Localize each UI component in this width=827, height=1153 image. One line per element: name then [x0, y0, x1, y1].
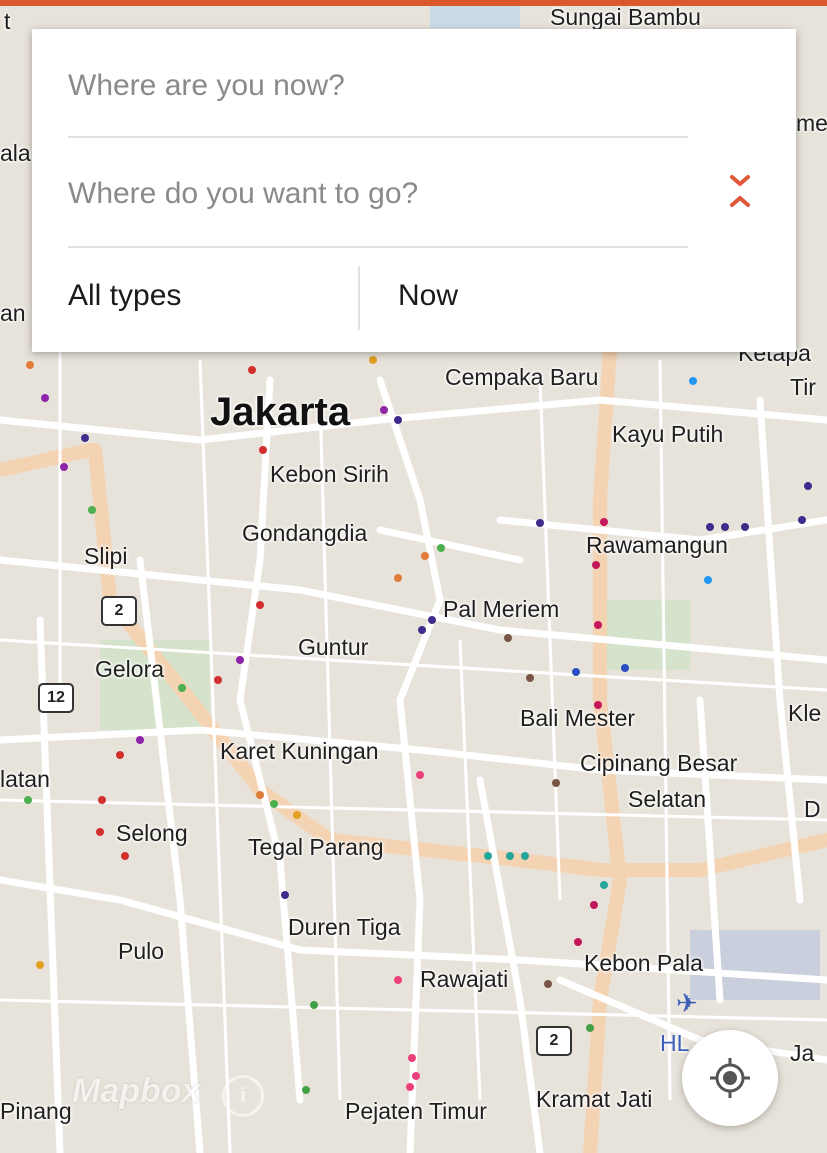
map-label: Duren Tiga	[288, 914, 401, 940]
route-search-card: Where are you now? Where do you want to …	[32, 29, 796, 352]
map-label: D	[804, 796, 821, 822]
swap-vertical-icon	[730, 175, 750, 207]
map-label: Pejaten Timur	[345, 1098, 487, 1124]
road-shield: 2	[101, 596, 137, 626]
destination-input[interactable]: Where do you want to go?	[68, 177, 688, 211]
map-label: Kle	[788, 700, 822, 726]
map-label: Bali Mester	[520, 705, 636, 731]
map-label: Gelora	[95, 656, 165, 682]
map-label: latan	[0, 766, 50, 792]
map-label: Pal Meriem	[443, 596, 560, 622]
map-label: Selatan	[628, 786, 707, 812]
map-label: Rawamangun	[586, 532, 728, 558]
road-shield: 2	[536, 1026, 572, 1056]
mapbox-logo[interactable]: Mapbox	[72, 1072, 200, 1111]
map-label: Karet Kuningan	[220, 738, 379, 764]
map-label: Kebon Pala	[584, 950, 703, 976]
divider	[68, 136, 688, 138]
map-label: Guntur	[298, 634, 369, 660]
map-label: ala	[0, 140, 31, 166]
my-location-icon	[710, 1058, 750, 1098]
map-label: Selong	[116, 820, 188, 846]
divider	[358, 266, 360, 330]
status-accent-bar	[0, 0, 827, 6]
origin-input[interactable]: Where are you now?	[68, 69, 688, 103]
map-label: Pinang	[0, 1098, 72, 1124]
map-label: Ja	[790, 1040, 815, 1066]
map-label: an	[0, 300, 26, 326]
transport-type-selector[interactable]: All types	[68, 279, 181, 313]
map-label: Gondangdia	[242, 520, 368, 546]
departure-time-selector[interactable]: Now	[398, 279, 458, 313]
swap-route-button[interactable]	[722, 171, 758, 215]
map-label: Tegal Parang	[248, 834, 384, 860]
road-shield: 12	[38, 683, 74, 713]
airplane-icon: ✈	[676, 988, 698, 1018]
map-label: Sungai Bambu	[550, 4, 701, 30]
info-icon[interactable]: i	[222, 1075, 264, 1117]
map-label: Cempaka Baru	[445, 364, 599, 390]
map-label: Kayu Putih	[612, 421, 724, 447]
map-label: me	[796, 110, 827, 136]
map-label: Slipi	[84, 543, 128, 569]
map-label: Tir	[790, 374, 816, 400]
map-label: Kramat Jati	[536, 1086, 653, 1112]
my-location-button[interactable]	[682, 1030, 778, 1126]
map-label: t	[4, 8, 11, 34]
divider	[68, 246, 688, 248]
map-label-city: Jakarta	[210, 390, 351, 434]
map-label: Kebon Sirih	[270, 461, 389, 487]
map-label: Pulo	[118, 938, 165, 964]
map-label: Cipinang Besar	[580, 750, 738, 776]
map-label: Rawajati	[420, 966, 509, 992]
